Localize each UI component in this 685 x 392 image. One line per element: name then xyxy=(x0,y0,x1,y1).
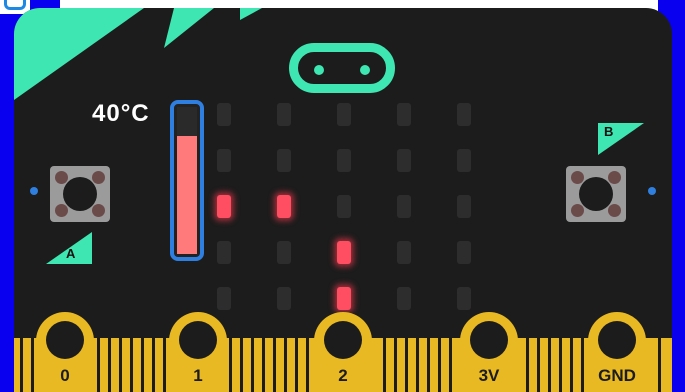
edge-strip xyxy=(108,338,111,392)
led-r4-c3 xyxy=(397,287,411,310)
led-r0-c3 xyxy=(397,103,411,126)
button-a[interactable] xyxy=(50,166,110,222)
edge-strip xyxy=(20,338,23,392)
edge-strip xyxy=(658,338,661,392)
led-r3-c3 xyxy=(397,241,411,264)
edge-strip xyxy=(537,338,540,392)
edge-strip xyxy=(262,338,265,392)
edge-connector: 0 1 2 3V GND xyxy=(14,312,672,392)
edge-strip xyxy=(163,338,166,392)
led-r4-c4 xyxy=(457,287,471,310)
edge-strip xyxy=(141,338,144,392)
led-r2-c4 xyxy=(457,195,471,218)
thermometer-empty xyxy=(177,107,197,136)
edge-strip xyxy=(416,338,419,392)
button-b-indicator xyxy=(648,187,656,195)
pin-3v[interactable]: 3V xyxy=(460,312,518,392)
led-r4-c0 xyxy=(217,287,231,310)
button-b-cap xyxy=(579,177,613,211)
microbit-board: 40°C A B 0 1 2 3V GND xyxy=(14,8,672,392)
pin-0-label: 0 xyxy=(60,366,70,385)
edge-strip xyxy=(273,338,276,392)
led-r3-c4 xyxy=(457,241,471,264)
led-r4-c2 xyxy=(337,287,351,310)
edge-strip xyxy=(559,338,562,392)
led-r1-c2 xyxy=(337,149,351,172)
edge-strip xyxy=(581,338,584,392)
led-r3-c2 xyxy=(337,241,351,264)
led-r1-c4 xyxy=(457,149,471,172)
edge-strip xyxy=(119,338,122,392)
edge-strip xyxy=(548,338,551,392)
edge-strip xyxy=(251,338,254,392)
button-a-cap xyxy=(63,177,97,211)
thermometer-fill xyxy=(177,136,197,254)
led-r1-c1 xyxy=(277,149,291,172)
pin-gnd[interactable]: GND xyxy=(588,312,646,392)
led-r2-c0 xyxy=(217,195,231,218)
button-a-label: A xyxy=(66,246,76,261)
edge-strip xyxy=(526,338,529,392)
led-r0-c4 xyxy=(457,103,471,126)
edge-strip xyxy=(152,338,155,392)
pin-2-hole xyxy=(324,321,362,359)
led-r2-c3 xyxy=(397,195,411,218)
pin-2[interactable]: 2 xyxy=(314,312,372,392)
edge-strip xyxy=(427,338,430,392)
led-r2-c1 xyxy=(277,195,291,218)
edge-strip xyxy=(284,338,287,392)
pin-0-hole xyxy=(46,321,84,359)
edge-strip xyxy=(306,338,309,392)
edge-strip xyxy=(130,338,133,392)
edge-strip xyxy=(383,338,386,392)
pin-3v-hole xyxy=(470,321,508,359)
edge-strip xyxy=(405,338,408,392)
led-r1-c3 xyxy=(397,149,411,172)
led-r1-c0 xyxy=(217,149,231,172)
edge-strip xyxy=(438,338,441,392)
edge-strip xyxy=(394,338,397,392)
led-r3-c0 xyxy=(217,241,231,264)
temperature-label: 40°C xyxy=(92,100,150,127)
temperature-slider[interactable] xyxy=(170,100,204,261)
led-r3-c1 xyxy=(277,241,291,264)
led-r0-c1 xyxy=(277,103,291,126)
pin-1-label: 1 xyxy=(193,366,203,385)
edge-strip xyxy=(97,338,100,392)
pin-1-hole xyxy=(179,321,217,359)
edge-strip xyxy=(449,338,452,392)
microbit-logo-icon[interactable] xyxy=(289,43,395,93)
edge-strip xyxy=(31,338,34,392)
pin-3v-label: 3V xyxy=(478,366,500,385)
led-r2-c2 xyxy=(337,195,351,218)
pin-0[interactable]: 0 xyxy=(36,312,94,392)
led-r4-c1 xyxy=(277,287,291,310)
edge-strip xyxy=(570,338,573,392)
led-r0-c0 xyxy=(217,103,231,126)
logo-dot-left xyxy=(314,65,324,75)
pin-gnd-hole xyxy=(598,321,636,359)
pin-2-label: 2 xyxy=(338,366,348,385)
led-r0-c2 xyxy=(337,103,351,126)
button-b-label: B xyxy=(604,124,614,139)
edge-strip xyxy=(295,338,298,392)
logo-dot-right xyxy=(360,65,370,75)
edge-strip xyxy=(240,338,243,392)
edge-strip xyxy=(229,338,232,392)
pin-gnd-label: GND xyxy=(598,366,636,385)
button-b[interactable] xyxy=(566,166,626,222)
button-a-indicator xyxy=(30,187,38,195)
pin-1[interactable]: 1 xyxy=(169,312,227,392)
